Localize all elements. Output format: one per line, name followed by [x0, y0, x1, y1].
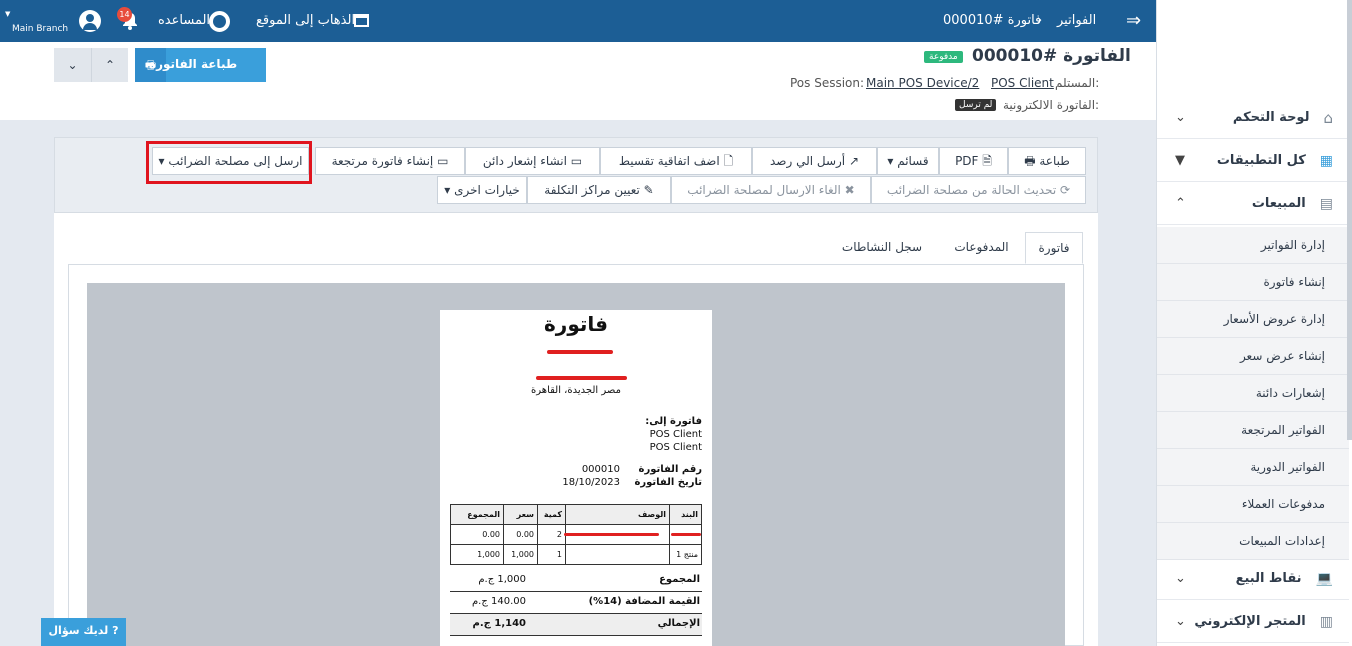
redacted-company-address: [536, 376, 627, 380]
store-icon: ▥: [1319, 613, 1333, 630]
recipient-label: المستلم:: [1055, 76, 1100, 90]
other-options-dropdown[interactable]: ▾ خيارات اخرى: [437, 176, 527, 204]
table-row: منتج 1 1 1,000 1,000: [450, 544, 702, 565]
redacted-item-description: [564, 533, 659, 536]
create-credit-note-button[interactable]: انشاء إشعار دائن ▭: [465, 147, 600, 175]
invoice-date: 18/10/2023: [562, 477, 620, 488]
table-header-row: البند الوصف كمية سعر المجموع: [450, 504, 702, 525]
pos-session-link[interactable]: Main POS Device/2: [866, 76, 979, 90]
sidebar-item-dashboard[interactable]: ⌂ لوحة التحكم ⌄: [1157, 97, 1349, 139]
help-widget-button[interactable]: لديك سؤال ?: [41, 618, 126, 646]
card-icon: ▭: [566, 154, 583, 168]
print-invoice-button[interactable]: 🖶 طباعة الفاتورة: [135, 48, 266, 82]
sidebar-sub-credit-notes[interactable]: إشعارات دائنة: [1157, 375, 1349, 412]
help-link[interactable]: المساعده: [158, 13, 210, 28]
einvoice-label: الفاتورة الالكترونية:: [1003, 98, 1100, 112]
sidebar-sub-recurring-invoices[interactable]: الفواتير الدورية: [1157, 449, 1349, 486]
tab-payments[interactable]: المدفوعات: [944, 232, 1019, 264]
sidebar-scrollbar[interactable]: [1347, 0, 1352, 440]
top-bar: ▼ Main Branch 14 المساعده الذهاب إلى الم…: [0, 0, 1156, 42]
chevron-down-icon: ⌄: [1175, 110, 1186, 125]
file-icon: 🗋: [719, 154, 734, 168]
create-refund-invoice-button[interactable]: إنشاء فاتورة مرتجعة ▭: [315, 147, 465, 175]
next-invoice-button[interactable]: ⌃: [91, 48, 128, 82]
invoice-heading: فاتورة: [544, 312, 608, 336]
sidebar-item-all-apps[interactable]: ▦ كل التطبيقات ▼: [1157, 140, 1349, 182]
sidebar-sub-customer-payments[interactable]: مدفوعات العملاء: [1157, 486, 1349, 523]
sales-list-icon: ▤: [1319, 195, 1333, 212]
branch-name[interactable]: Main Branch: [12, 24, 68, 34]
cancel-tax-send-button[interactable]: الغاء الارسال لمصلحة الضرائب ✖: [671, 176, 871, 204]
redacted-item-name: [671, 533, 701, 536]
breadcrumb-separator-icon: ›: [1037, 13, 1043, 28]
invoice-number-label: رقم الفاتورة: [638, 464, 702, 475]
invoice-number: 000010: [581, 464, 620, 475]
sidebar-item-pos[interactable]: 💻 نقاط البيع ⌄: [1157, 558, 1349, 600]
bill-to-name: POS Client: [649, 429, 702, 440]
company-address: مصر الجديدة، القاهرة: [531, 385, 621, 396]
print-invoice-label: طباعة الفاتورة: [149, 57, 238, 71]
highlight-box: [146, 141, 312, 184]
redacted-company-name: [547, 350, 613, 354]
invoice-header: الفاتورة #000010 مدفوعة المستلم: POS Cli…: [0, 42, 1156, 120]
laptop-icon: 💻: [1315, 570, 1333, 587]
store-icon[interactable]: [354, 14, 369, 27]
vouchers-dropdown[interactable]: ▾ قسائم: [877, 147, 939, 175]
tab-activity-log[interactable]: سجل النشاطات: [836, 232, 928, 264]
sidebar-sub-create-invoice[interactable]: إنشاء فاتورة: [1157, 264, 1349, 301]
branch-dropdown-caret[interactable]: ▼: [5, 10, 10, 18]
assign-cost-centers-button[interactable]: تعيين مراكز التكلفة ✎: [527, 176, 671, 204]
sidebar-sub-refund-invoices[interactable]: الفواتير المرتجعة: [1157, 412, 1349, 449]
refresh-icon: ⟳: [1056, 183, 1071, 197]
pencil-icon: ✎: [639, 183, 654, 197]
sidebar-item-sales[interactable]: ▤ المبيعات ⌃: [1157, 183, 1349, 225]
user-avatar-icon[interactable]: [79, 10, 101, 32]
go-to-site-link[interactable]: الذهاب إلى الموقع: [256, 13, 355, 28]
external-link-icon: ↗: [845, 154, 860, 168]
status-badge: مدفوعة: [924, 51, 963, 63]
invoice-document: فاتورة مصر الجديدة، القاهرة فاتورة إلى: …: [440, 310, 712, 646]
print-button[interactable]: 🖶 طباعة: [1008, 147, 1086, 175]
update-tax-status-button[interactable]: تحديث الحالة من مصلحة الضرائب ⟳: [871, 176, 1086, 204]
chevron-down-icon: ⌄: [1175, 571, 1186, 586]
printer-icon: 🖶: [1024, 154, 1040, 168]
subtotal-row: المجموع 1,000 ج.م: [450, 570, 702, 592]
einvoice-status-badge: لم ترسل: [955, 99, 997, 111]
lifebuoy-icon[interactable]: [209, 11, 230, 32]
sidebar: ⌂ لوحة التحكم ⌄ ▦ كل التطبيقات ▼ ▤ المبي…: [1156, 0, 1352, 646]
vat-row: القيمة المضافة (14%) 140.00 ج.م: [450, 592, 702, 614]
bill-to-name-2: POS Client: [649, 442, 702, 453]
pos-session-label: Pos Session:: [790, 76, 865, 90]
page-title: الفاتورة #000010: [972, 46, 1131, 66]
pdf-file-icon: 🗎: [978, 154, 992, 168]
recipient-link[interactable]: POS Client: [991, 76, 1054, 90]
home-icon: ⌂: [1323, 108, 1333, 127]
close-icon: ✖: [840, 183, 855, 197]
chevron-down-icon: ⌄: [1175, 614, 1186, 629]
grid-icon: ▦: [1319, 152, 1333, 169]
card-icon: ▭: [433, 154, 449, 168]
sidebar-sub-create-quote[interactable]: إنشاء عرض سعر: [1157, 338, 1349, 375]
breadcrumb-invoices-link[interactable]: الفواتير: [1057, 13, 1096, 28]
send-to-rasd-button[interactable]: أرسل الي رصد ↗: [752, 147, 877, 175]
bill-to-label: فاتورة إلى:: [645, 416, 702, 427]
total-row: الإجمالي 1,140 ج.م: [450, 614, 702, 636]
prev-invoice-button[interactable]: ⌄: [54, 48, 91, 82]
add-installment-button[interactable]: اضف اتفاقية تقسيط 🗋: [600, 147, 752, 175]
question-icon: ?: [112, 624, 119, 637]
sidebar-sub-sales-settings[interactable]: إعدادات المبيعات: [1157, 523, 1349, 560]
sidebar-item-online-store[interactable]: ▥ المتجر الإلكتروني ⌄: [1157, 601, 1349, 643]
notification-count-badge: 14: [117, 7, 132, 22]
sidebar-sub-manage-invoices[interactable]: إدارة الفواتير: [1157, 227, 1349, 264]
collapse-sidebar-icon[interactable]: ⇒: [1126, 10, 1141, 31]
sidebar-sub-manage-quotes[interactable]: إدارة عروض الأسعار: [1157, 301, 1349, 338]
breadcrumb-current: فاتورة #000010: [943, 13, 1042, 28]
chevron-up-icon: ⌃: [1175, 196, 1186, 211]
tab-invoice[interactable]: فاتورة: [1025, 232, 1083, 264]
pdf-button[interactable]: PDF 🗎: [939, 147, 1008, 175]
invoice-date-label: تاريخ الفاتورة: [634, 477, 702, 488]
filter-icon: ▼: [1175, 153, 1185, 168]
